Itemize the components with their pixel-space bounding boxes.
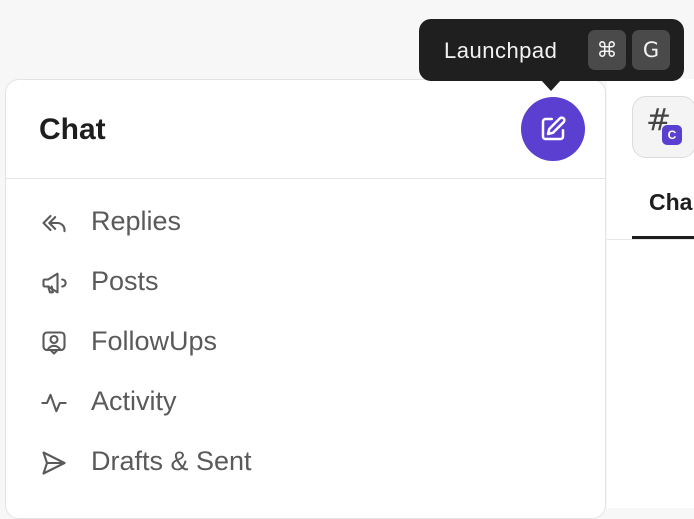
- sidebar-item-posts[interactable]: Posts: [6, 253, 605, 313]
- sidebar-item-label: FollowUps: [91, 326, 218, 356]
- page-title: Chat: [39, 113, 106, 146]
- sidebar-nav: Replies Posts FollowUps Activity Drafts …: [6, 193, 605, 493]
- divider: [607, 239, 694, 240]
- tooltip-label: Launchpad: [444, 38, 558, 63]
- sidebar-item-label: Replies: [91, 206, 182, 236]
- followup-icon: [39, 328, 69, 358]
- launchpad-compose-button[interactable]: [521, 97, 585, 161]
- reply-icon: [39, 208, 69, 238]
- g-key: G: [632, 30, 670, 70]
- launchpad-tooltip: Launchpad ⌘ G: [419, 19, 684, 91]
- sidebar-item-drafts-sent[interactable]: Drafts & Sent: [6, 433, 605, 493]
- compose-icon: [541, 116, 566, 141]
- sidebar-item-followups[interactable]: FollowUps: [6, 313, 605, 373]
- sidebar-item-label: Activity: [91, 386, 177, 416]
- chat-sidebar: Chat Replies Posts FollowUps Activity Dr…: [5, 79, 606, 519]
- channel-avatar[interactable]: # C: [632, 96, 694, 158]
- cmd-key: ⌘: [588, 30, 626, 70]
- channel-pane: # C Cha: [607, 79, 694, 508]
- send-icon: [39, 448, 69, 478]
- sidebar-header: Chat: [6, 80, 605, 179]
- megaphone-icon: [39, 268, 69, 298]
- activity-icon: [39, 388, 69, 418]
- sidebar-item-replies[interactable]: Replies: [6, 193, 605, 253]
- sidebar-item-label: Drafts & Sent: [91, 446, 252, 476]
- sidebar-item-label: Posts: [91, 266, 159, 296]
- sidebar-item-activity[interactable]: Activity: [6, 373, 605, 433]
- tab-chat[interactable]: Cha: [649, 189, 692, 216]
- channel-badge: C: [662, 125, 682, 145]
- tooltip-arrow: [541, 80, 561, 91]
